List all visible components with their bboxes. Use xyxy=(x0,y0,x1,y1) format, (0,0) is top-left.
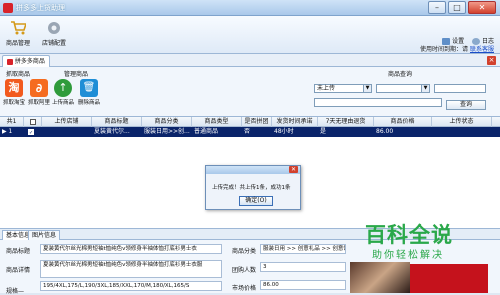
close-icon[interactable]: ✕ xyxy=(289,166,298,173)
contact-service-link[interactable]: 联系客服 xyxy=(470,46,494,53)
cell-price: 86.00 xyxy=(376,128,394,135)
detail-field[interactable]: 夏装黄代尔丝光棉男短袖t恤纯色v领修身半袖体恤打底衫男士衣服 xyxy=(40,260,222,278)
toolbar: 商品管理 店铺配置 设置 日志 使用时间到期：请 联系客服 xyxy=(0,16,500,54)
dialog-title-bar: ✕ xyxy=(206,166,300,174)
watermark-subtitle: 助你轻松解决 xyxy=(372,250,444,261)
button-label: 抓取淘宝 xyxy=(3,100,26,106)
app-icon xyxy=(3,3,13,13)
close-button[interactable]: ✕ xyxy=(468,1,496,14)
tab-image-info[interactable]: 图片信息 xyxy=(28,230,61,240)
title-label: 商品标题 xyxy=(6,248,31,255)
cell-store xyxy=(42,127,92,137)
toolbar-label: 店铺配置 xyxy=(41,40,66,47)
alibaba-icon: ∂ xyxy=(30,79,48,97)
title-field[interactable]: 夏装黄代尔丝光棉男短袖t恤纯色v领修身半袖体恤打底衫男士衣 xyxy=(40,244,222,254)
button-label: 删除商品 xyxy=(78,100,101,106)
col-header-return[interactable]: 7天无理由退货 xyxy=(318,117,374,127)
cell-title: 夏装黄代尔... xyxy=(94,128,130,135)
col-header-group[interactable]: 是否拼团 xyxy=(242,117,272,127)
fetch-taobao-button[interactable]: 淘 抓取淘宝 xyxy=(3,79,25,106)
title-bar: 拼多多上货助理 – □ ✕ xyxy=(0,0,500,16)
sku-field[interactable]: 195/4XL,175/L,190/3XL,185/XXL,170/M,180/… xyxy=(40,281,222,291)
col-header-price[interactable]: 商品价格 xyxy=(374,117,432,127)
upload-products-button[interactable]: ↑ 上传商品 xyxy=(52,79,74,106)
cell-index: ▶ 1 xyxy=(2,128,13,135)
window-title: 拼多多上货助理 xyxy=(16,4,65,12)
product-image-banner xyxy=(410,264,488,293)
ok-button[interactable]: 确定(O) xyxy=(239,196,273,206)
watermark-title: 百科全说 xyxy=(365,223,453,247)
product-image xyxy=(350,262,410,293)
cell-status xyxy=(432,127,492,137)
status-select-value: 未上传 xyxy=(317,85,336,92)
category-field[interactable]: 服装日用 >> 创意礼品 >> 创意饰 xyxy=(260,244,346,254)
col-header-status[interactable]: 上传状态 xyxy=(432,117,492,127)
col-header-store[interactable]: 上传店铺 xyxy=(42,117,92,127)
toolbar-label: 商品管理 xyxy=(5,40,30,47)
group-count-field[interactable]: 3 xyxy=(260,262,346,272)
dialog-message: 上传完成！共上传1条，成功1条 xyxy=(212,185,291,191)
chevron-down-icon: ▼ xyxy=(363,85,371,92)
cart-icon xyxy=(11,21,26,35)
detail-label: 商品详情 xyxy=(6,267,31,274)
trash-icon: 🗑 xyxy=(80,79,98,97)
gear-icon xyxy=(48,22,60,34)
chevron-down-icon: ▼ xyxy=(421,85,429,92)
row-checkbox[interactable]: ✓ xyxy=(26,127,42,137)
product-manage-button[interactable]: 商品管理 xyxy=(2,19,34,53)
table-row[interactable]: ▶ 1 ✓ 夏装黄代尔... 服装日用>>创... 普通商品 否 48小时 是 … xyxy=(0,127,500,137)
store-select[interactable]: ▼ xyxy=(376,84,430,93)
cell-return: 是 xyxy=(320,128,327,135)
maximize-button[interactable]: □ xyxy=(448,1,466,14)
fetch-alibaba-button[interactable]: ∂ 抓取阿里 xyxy=(28,79,50,106)
group-label-query: 商品查询 xyxy=(388,71,413,78)
col-header-category[interactable]: 商品分类 xyxy=(142,117,192,127)
pdd-icon xyxy=(7,58,13,65)
col-header-type[interactable]: 商品类型 xyxy=(192,117,242,127)
tab-pdd-products[interactable]: 拼多多商品 xyxy=(2,55,50,67)
market-price-label: 市场价格 xyxy=(232,285,257,292)
market-price-field[interactable]: 86.00 xyxy=(260,280,346,290)
taobao-icon: 淘 xyxy=(5,79,23,97)
col-header-index: 共1 xyxy=(0,117,24,127)
group-label-manage: 管理商品 xyxy=(64,71,89,78)
status-select[interactable]: 未上传 ▼ xyxy=(314,84,372,93)
sku-label: 规格— xyxy=(6,288,25,295)
account-text: 使用时间到期：请 xyxy=(420,46,469,53)
tab-strip: 拼多多商品 × xyxy=(0,54,500,67)
query-button[interactable]: 查询 xyxy=(446,100,486,110)
cell-type: 普通商品 xyxy=(194,128,219,135)
upload-icon: ↑ xyxy=(54,79,72,97)
action-panel: 抓取商品 管理商品 商品查询 淘 抓取淘宝 ∂ 抓取阿里 ↑ 上传商品 🗑 删除… xyxy=(0,67,500,117)
tab-label: 拼多多商品 xyxy=(14,58,45,65)
category-label: 商品分类 xyxy=(232,248,257,255)
message-dialog: ✕ 上传完成！共上传1条，成功1条 确定(O) xyxy=(205,165,301,210)
col-header-title[interactable]: 商品标题 xyxy=(92,117,142,127)
cell-ship: 48小时 xyxy=(274,128,294,135)
button-label: 上传商品 xyxy=(52,100,75,106)
keyword-input[interactable] xyxy=(434,84,486,93)
minimize-button[interactable]: – xyxy=(428,1,446,14)
col-header-check[interactable] xyxy=(24,117,42,127)
button-label: 抓取阿里 xyxy=(28,100,51,106)
group-count-label: 团购人数 xyxy=(232,267,257,274)
grid-header: 共1 上传店铺 商品标题 商品分类 商品类型 是否拼团 发货时间承诺 7天无理由… xyxy=(0,117,500,127)
close-tab-icon[interactable]: × xyxy=(487,56,496,65)
account-info: 使用时间到期：请 联系客服 xyxy=(420,44,494,53)
delete-products-button[interactable]: 🗑 删除商品 xyxy=(78,79,100,106)
group-label-fetch: 抓取商品 xyxy=(6,71,31,78)
search-input[interactable] xyxy=(314,98,442,107)
col-header-ship[interactable]: 发货时间承诺 xyxy=(272,117,318,127)
cell-group: 否 xyxy=(244,128,251,135)
store-config-button[interactable]: 店铺配置 xyxy=(36,19,72,53)
cell-category: 服装日用>>创... xyxy=(144,128,190,135)
